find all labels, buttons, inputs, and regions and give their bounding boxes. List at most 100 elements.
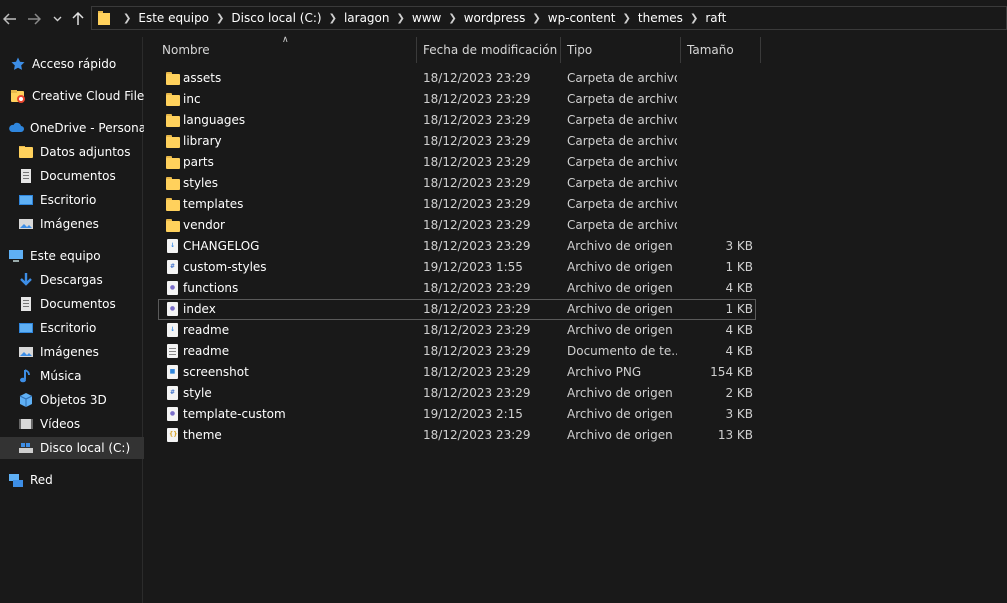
sidebar-item-label: Documentos (40, 297, 116, 311)
forward-button[interactable] (24, 9, 44, 29)
file-name: CHANGELOG (183, 239, 260, 253)
file-size (688, 215, 753, 236)
php-file-icon: ● (166, 407, 180, 422)
breadcrumb-item[interactable]: ❯ Disco local (C:) (209, 7, 322, 29)
file-size: 4 KB (725, 344, 753, 358)
column-header-type[interactable]: Tipo (567, 37, 677, 63)
file-size: 3 KB (725, 407, 753, 421)
sidebar-item-documentos-onedrive[interactable]: Documentos (0, 165, 158, 187)
file-name: custom-styles (183, 260, 267, 274)
breadcrumb-label: laragon (343, 11, 390, 25)
css-file-icon: # (166, 386, 180, 401)
file-row[interactable]: templates 18/12/2023 23:29 Carpeta de ar… (158, 194, 756, 215)
column-header-name[interactable]: Nombre (162, 37, 412, 63)
recent-locations-button[interactable] (47, 9, 67, 29)
sidebar-item-descargas[interactable]: Descargas (0, 269, 158, 291)
breadcrumb-label: www (411, 11, 442, 25)
sidebar-item-label: Objetos 3D (40, 393, 107, 407)
sidebar-item-acceso-rapido[interactable]: Acceso rápido (0, 53, 150, 75)
file-date: 18/12/2023 23:29 (423, 134, 531, 148)
file-row[interactable]: readme 18/12/2023 23:29 Documento de te.… (158, 341, 756, 362)
pictures-icon (19, 347, 33, 357)
file-row[interactable]: vendor 18/12/2023 23:29 Carpeta de archi… (158, 215, 756, 236)
sidebar-item-disco-local[interactable]: Disco local (C:) (0, 437, 158, 459)
file-row[interactable]: ↓ CHANGELOG 18/12/2023 23:29 Archivo de … (158, 236, 756, 257)
sidebar-item-escritorio-onedrive[interactable]: Escritorio (0, 189, 158, 211)
cube-icon (19, 393, 33, 407)
breadcrumb-item[interactable]: ❯ laragon (322, 7, 390, 29)
file-row[interactable]: ● index 18/12/2023 23:29 Archivo de orig… (158, 299, 756, 320)
back-button[interactable] (0, 9, 20, 29)
file-date: 18/12/2023 23:29 (423, 344, 531, 358)
sidebar-item-musica[interactable]: Música (0, 365, 158, 387)
file-date: 19/12/2023 1:55 (423, 260, 523, 274)
pictures-icon (19, 219, 33, 229)
file-row[interactable]: ● template-custom 19/12/2023 2:15 Archiv… (158, 404, 756, 425)
column-header-size[interactable]: Tamaño (687, 37, 757, 63)
breadcrumb-item[interactable]: ❯ www (390, 7, 442, 29)
file-row[interactable]: languages 18/12/2023 23:29 Carpeta de ar… (158, 110, 756, 131)
video-icon (19, 419, 33, 429)
breadcrumb-item[interactable]: ❯ wordpress (441, 7, 525, 29)
sidebar-item-objetos-3d[interactable]: Objetos 3D (0, 389, 158, 411)
file-row[interactable]: inc 18/12/2023 23:29 Carpeta de archivos (158, 89, 756, 110)
file-size (688, 110, 753, 131)
file-size (688, 68, 753, 89)
file-name: screenshot (183, 365, 249, 379)
file-type: Archivo de origen ... (567, 281, 677, 295)
breadcrumb-label: wordpress (463, 11, 526, 25)
file-row[interactable]: # style 18/12/2023 23:29 Archivo de orig… (158, 383, 756, 404)
file-type: Archivo PNG (567, 365, 642, 379)
breadcrumb-item[interactable]: ❯ Este equipo (116, 7, 209, 29)
sidebar-item-label: OneDrive - Personal (30, 121, 150, 135)
sidebar-item-documentos[interactable]: Documentos (0, 293, 158, 315)
sidebar-item-imagenes[interactable]: Imágenes (0, 341, 158, 363)
file-row[interactable]: ■ screenshot 18/12/2023 23:29 Archivo PN… (158, 362, 756, 383)
cloud-icon (9, 122, 24, 132)
file-row[interactable]: {} theme 18/12/2023 23:29 Archivo de ori… (158, 425, 756, 446)
sidebar-item-red[interactable]: Red (0, 469, 148, 491)
breadcrumb-item[interactable]: ❯ raft (683, 7, 726, 29)
folder-icon (166, 218, 180, 233)
sidebar-item-label: Descargas (40, 273, 103, 287)
chevron-right-icon: ❯ (396, 12, 405, 24)
sidebar-item-onedrive[interactable]: OneDrive - Personal (0, 117, 150, 139)
breadcrumb-item[interactable]: ❯ wp-content (525, 7, 615, 29)
address-bar[interactable]: ❯ Este equipo ❯ Disco local (C:) ❯ laragon … (91, 6, 1007, 30)
column-divider[interactable] (560, 37, 561, 63)
breadcrumb-label: raft (705, 11, 727, 25)
file-row[interactable]: library 18/12/2023 23:29 Carpeta de arch… (158, 131, 756, 152)
sidebar-item-creative-cloud[interactable]: Creative Cloud Files (0, 85, 151, 107)
file-name: vendor (183, 218, 225, 232)
file-size: 13 KB (717, 428, 753, 442)
column-divider[interactable] (416, 37, 417, 63)
up-button[interactable] (68, 9, 88, 29)
document-icon (21, 169, 31, 183)
file-name: functions (183, 281, 239, 295)
column-divider[interactable] (680, 37, 681, 63)
file-row[interactable]: ↓ readme 18/12/2023 23:29 Archivo de ori… (158, 320, 756, 341)
file-row[interactable]: assets 18/12/2023 23:29 Carpeta de archi… (158, 68, 756, 89)
file-type: Archivo de origen ... (567, 239, 677, 253)
file-row[interactable]: # custom-styles 19/12/2023 1:55 Archivo … (158, 257, 756, 278)
column-header-date[interactable]: Fecha de modificación (423, 37, 558, 63)
file-name: readme (183, 323, 230, 337)
breadcrumb-label: themes (637, 11, 683, 25)
column-header-label: Tamaño (687, 43, 734, 57)
sidebar-item-escritorio[interactable]: Escritorio (0, 317, 158, 339)
text-file-icon (166, 344, 180, 359)
sidebar-item-imagenes-onedrive[interactable]: Imágenes (0, 213, 158, 235)
computer-icon (9, 250, 23, 262)
sidebar-item-videos[interactable]: Vídeos (0, 413, 158, 435)
file-name: style (183, 386, 212, 400)
folder-icon (19, 146, 33, 158)
file-date: 18/12/2023 23:29 (423, 281, 531, 295)
sidebar-item-datos-adjuntos[interactable]: Datos adjuntos (0, 141, 158, 163)
file-row[interactable]: styles 18/12/2023 23:29 Carpeta de archi… (158, 173, 756, 194)
file-name: assets (183, 71, 222, 85)
breadcrumb-item[interactable]: ❯ themes (616, 7, 683, 29)
file-row[interactable]: ● functions 18/12/2023 23:29 Archivo de … (158, 278, 756, 299)
column-divider[interactable] (760, 37, 761, 63)
sidebar-item-este-equipo[interactable]: Este equipo (0, 245, 148, 267)
file-row[interactable]: parts 18/12/2023 23:29 Carpeta de archiv… (158, 152, 756, 173)
